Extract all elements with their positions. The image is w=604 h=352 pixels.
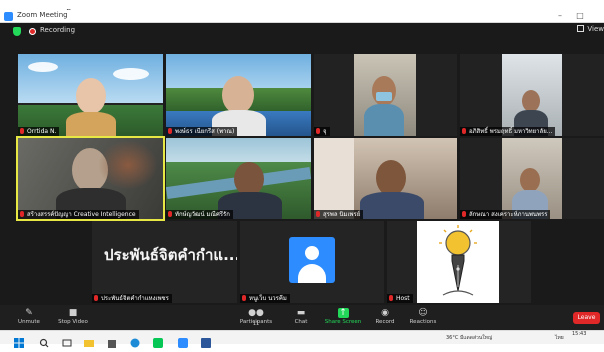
- participant-name: ทักษ์ญวัฒน์ มณีศรีรัก: [166, 210, 233, 219]
- avatar: [289, 237, 335, 283]
- participant-name: อภิสิทธิ์ พรมฤทธิ์ มหาวิทยาลัย...: [460, 127, 556, 136]
- recording-label: Recording: [40, 26, 76, 34]
- unmute-button[interactable]: ✎ Unmute: [4, 305, 54, 326]
- line-app-icon[interactable]: [153, 333, 163, 348]
- participant-name: Host: [387, 294, 413, 303]
- video-tile-host[interactable]: Host: [387, 221, 531, 303]
- grid-icon: [577, 25, 585, 32]
- video-tile[interactable]: ทักษ์ญวัฒน์ มณีศรีรัก: [166, 138, 311, 219]
- reactions-button[interactable]: ☺ Reactions: [398, 305, 448, 326]
- video-tile-no-video[interactable]: หนูเว็บ นวรคีม: [240, 221, 384, 303]
- zoom-taskbar-icon[interactable]: [178, 333, 188, 348]
- smiley-icon: ☺: [418, 308, 428, 318]
- meeting-status-bar: Recording View: [0, 23, 604, 39]
- word-icon[interactable]: [201, 333, 211, 348]
- search-icon[interactable]: [39, 333, 49, 348]
- chat-icon: ▬: [296, 308, 306, 318]
- zoom-app-icon: [4, 12, 13, 21]
- weather-readout[interactable]: 36°C มีแดดส่วนใหญ่: [446, 334, 492, 342]
- host-logo: [417, 221, 499, 303]
- video-tile[interactable]: จุ: [314, 54, 457, 136]
- participant-name: จุ: [314, 127, 330, 136]
- view-label: View: [587, 25, 604, 33]
- share-screen-icon: ↑: [337, 308, 349, 318]
- participant-name: หนูเว็บ นวรคีม: [240, 294, 290, 303]
- video-tile[interactable]: ลักษณา สงเคราะห์ภานพนพรร: [460, 138, 604, 219]
- view-button[interactable]: View: [577, 25, 604, 33]
- recording-icon: [29, 28, 36, 35]
- mic-muted-icon: [20, 211, 24, 217]
- lightbulb-pen-icon: [439, 225, 477, 296]
- mic-muted-icon: [316, 211, 320, 217]
- video-tile[interactable]: สุรพล นิมเพรย์: [314, 138, 457, 219]
- participant-name: ลักษณา สงเคราะห์ภานพนพรร: [460, 210, 551, 219]
- mic-muted-icon: [168, 128, 172, 134]
- participant-name: ประพันธ์จิตคำกำแหงเพชร: [92, 294, 172, 303]
- video-tile-slide[interactable]: ประพันธ์จิตคำกำแ... ประพันธ์จิตคำกำแหงเพ…: [92, 221, 237, 303]
- window-title: Zoom Meeting: [17, 11, 68, 19]
- file-explorer-icon[interactable]: [84, 333, 94, 347]
- edge-icon[interactable]: [130, 333, 140, 348]
- video-tile-active-speaker[interactable]: สร้างสรรค์ปัญญา Creative Intelligence: [16, 136, 165, 221]
- window-titlebar: Zoom Meeting – □: [0, 10, 604, 23]
- mic-muted-icon: [94, 295, 98, 301]
- clock-time[interactable]: 15:43: [572, 331, 586, 337]
- maximize-button[interactable]: □: [571, 10, 589, 22]
- video-tile[interactable]: พงษ์ธร เนียกรีส (พาณ): [166, 54, 311, 136]
- task-view-icon[interactable]: [62, 333, 72, 347]
- video-camera-icon: ■: [68, 308, 78, 318]
- participant-name: สร้างสรรค์ปัญญา Creative Intelligence: [18, 210, 139, 219]
- video-tile[interactable]: Orrtida N.: [18, 54, 163, 136]
- participant-name: Orrtida N.: [18, 127, 60, 136]
- mic-muted-icon: [316, 128, 320, 134]
- participant-name: พงษ์ธร เนียกรีส (พาณ): [166, 127, 238, 136]
- minimize-button[interactable]: –: [551, 10, 569, 22]
- record-icon: ◉: [381, 308, 389, 318]
- slide-text: ประพันธ์จิตคำกำแ...: [104, 246, 237, 264]
- meeting-area: Recording View Orrtida N. พงษ์ธร เนียกรี…: [0, 23, 604, 306]
- store-icon[interactable]: [107, 333, 117, 348]
- top-strip: ู: [0, 0, 604, 10]
- mic-muted-icon: [462, 128, 466, 134]
- person-icon: [305, 246, 319, 260]
- leave-button[interactable]: Leave: [573, 312, 600, 324]
- participants-icon: ●● 11: [248, 308, 264, 327]
- shield-icon[interactable]: [13, 27, 21, 36]
- mic-muted-icon: [168, 211, 172, 217]
- mic-muted-icon: [389, 295, 393, 301]
- mic-off-icon: ✎: [25, 308, 33, 318]
- meeting-toolbar: ✎ Unmute ■ Stop Video ●● 11 Participants…: [0, 305, 604, 330]
- stop-video-button[interactable]: ■ Stop Video: [48, 305, 98, 326]
- participant-name: สุรพล นิมเพรย์: [314, 210, 364, 219]
- input-language[interactable]: ไทย: [555, 334, 564, 342]
- video-tile[interactable]: อภิสิทธิ์ พรมฤทธิ์ มหาวิทยาลัย...: [460, 54, 604, 136]
- os-taskbar: 36°C มีแดดส่วนใหญ่ ไทย 15:43: [0, 330, 604, 348]
- mic-muted-icon: [242, 295, 246, 301]
- mic-muted-icon: [20, 128, 24, 134]
- windows-start-icon[interactable]: [14, 333, 24, 348]
- mic-muted-icon: [462, 211, 466, 217]
